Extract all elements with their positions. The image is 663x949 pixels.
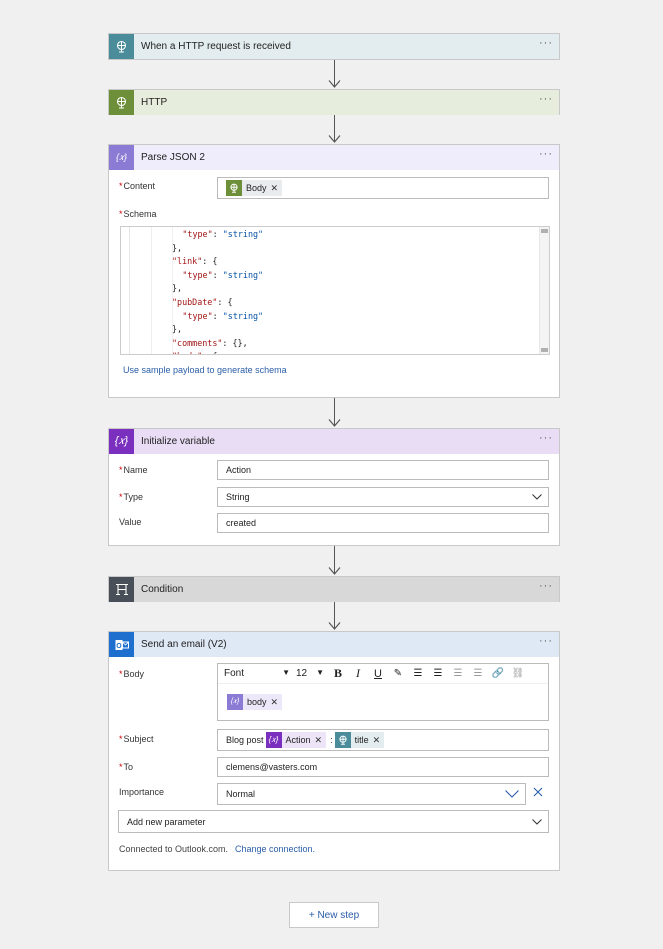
subject-label: *Subject (119, 734, 154, 744)
importance-label: Importance (119, 787, 165, 797)
use-sample-payload-link[interactable]: Use sample payload to generate schema (123, 365, 287, 375)
body-token[interactable]: Body ✕ (226, 180, 283, 196)
italic-button[interactable]: I (348, 666, 368, 681)
braces-icon: {𝑥} (109, 145, 134, 170)
title-token[interactable]: title ✕ (334, 732, 385, 748)
chevron-down-icon (532, 494, 542, 500)
schema-code-line: }, (172, 324, 183, 335)
more-options-button[interactable]: ··· (539, 636, 553, 647)
body-editor[interactable]: Font ▼ 12 ▼ B I U ✎ ☰ ☰ ☰ ☰ 🔗 ⛓ {𝑥} body ✕ (217, 663, 549, 721)
braces-icon: {𝑥} (227, 694, 243, 710)
content-input[interactable]: Body ✕ (217, 177, 549, 199)
numbered-list-icon[interactable]: ☰ (428, 668, 448, 679)
globe-icon (334, 732, 351, 748)
remove-token-icon[interactable]: ✕ (373, 735, 385, 746)
subject-input[interactable]: Blog post {𝑥} Action ✕ : title ✕ (217, 729, 549, 751)
token-label: Body (246, 183, 267, 193)
more-options-button[interactable]: ··· (539, 581, 553, 592)
close-icon[interactable] (533, 787, 543, 797)
schema-code-line: "comments": {}, (172, 337, 248, 348)
font-size-select[interactable]: 12 ▼ (296, 668, 328, 679)
schema-code-line: "pubDate": { (172, 297, 233, 307)
globe-icon (109, 90, 134, 115)
remove-token-icon[interactable]: ✕ (315, 735, 327, 746)
font-select[interactable]: Font ▼ (218, 668, 296, 679)
highlight-icon[interactable]: ✎ (388, 668, 408, 679)
more-options-button[interactable]: ··· (539, 433, 553, 444)
bold-button[interactable]: B (328, 666, 348, 681)
change-connection-link[interactable]: Change connection. (235, 844, 315, 854)
new-step-button[interactable]: + New step (289, 902, 379, 928)
globe-icon (226, 180, 242, 196)
schema-code-line: "type": "string" (182, 269, 264, 280)
step-title: Parse JSON 2 (141, 152, 205, 163)
schema-editor[interactable]: "type": "string"}, "link": { "type": "stri… (120, 226, 550, 355)
chevron-down-icon (505, 790, 519, 798)
schema-code-line: }, (172, 242, 183, 253)
schema-code-line: }, (172, 283, 183, 294)
step-parse-json: {𝑥} Parse JSON 2 ··· *Content Body ✕ *Sc… (108, 144, 560, 398)
step-initialize-variable: {𝑥} Initialize variable ··· *Name Action… (108, 428, 560, 546)
importance-select[interactable]: Normal (217, 783, 526, 805)
action-token[interactable]: {𝑥} Action ✕ (265, 732, 327, 748)
link-icon[interactable]: 🔗 (488, 668, 508, 679)
schema-scrollbar[interactable] (539, 227, 549, 354)
schema-code-line: "type": "string" (182, 229, 264, 239)
step-condition[interactable]: Condition ··· (108, 576, 560, 602)
remove-token-icon[interactable]: ✕ (271, 183, 283, 194)
body-label: *Body (119, 669, 145, 679)
remove-token-icon[interactable]: ✕ (271, 697, 283, 708)
step-title: Send an email (V2) (141, 639, 227, 650)
more-options-button[interactable]: ··· (539, 38, 553, 49)
step-title: Condition (141, 584, 184, 595)
variable-icon: {𝑥} (109, 429, 134, 454)
step-http-trigger[interactable]: When a HTTP request is received ··· (108, 33, 560, 60)
more-options-button[interactable]: ··· (539, 94, 553, 105)
value-input[interactable]: created (217, 513, 549, 533)
connector-arrow-icon (328, 622, 341, 630)
chevron-down-icon (532, 818, 542, 825)
connector-arrow-icon (328, 419, 341, 427)
schema-code-line: "body": { (172, 351, 217, 354)
more-options-button[interactable]: ··· (539, 149, 553, 160)
name-input[interactable]: Action (217, 460, 549, 480)
step-title: When a HTTP request is received (141, 41, 291, 52)
step-title: Initialize variable (141, 436, 215, 447)
variable-icon: {𝑥} (265, 732, 282, 748)
to-input[interactable]: clemens@vasters.com (217, 757, 549, 777)
step-http[interactable]: HTTP ··· (108, 89, 560, 115)
body-token[interactable]: {𝑥} body ✕ (227, 694, 283, 710)
content-label: *Content (119, 181, 156, 191)
step-title: HTTP (141, 97, 168, 108)
value-label: Value (119, 517, 142, 527)
decrease-indent-icon[interactable]: ☰ (448, 668, 468, 679)
bulleted-list-icon[interactable]: ☰ (408, 668, 428, 679)
connector-arrow-icon (328, 567, 341, 575)
increase-indent-icon[interactable]: ☰ (468, 668, 488, 679)
globe-icon (109, 34, 134, 59)
token-label: Action (285, 735, 311, 745)
type-label: *Type (119, 492, 144, 502)
connector-arrow-icon (328, 80, 341, 88)
type-select[interactable]: String (217, 487, 549, 507)
token-label: title (354, 735, 369, 745)
name-label: *Name (119, 465, 148, 475)
svg-text:O: O (116, 643, 122, 650)
schema-label: *Schema (119, 209, 157, 219)
token-label: body (247, 697, 267, 707)
schema-code-line: "link": { (172, 256, 218, 267)
outlook-icon: O (109, 632, 134, 657)
connected-text: Connected to Outlook.com. (119, 844, 229, 854)
add-new-parameter-select[interactable]: Add new parameter (118, 810, 549, 833)
schema-code-line: "type": "string" (182, 310, 264, 321)
step-send-email: O Send an email (V2) ··· *Body Font ▼ 12 ▼… (108, 631, 560, 871)
condition-icon (109, 577, 134, 602)
underline-button[interactable]: U (368, 668, 388, 680)
to-label: *To (119, 762, 134, 772)
connector-arrow-icon (328, 135, 341, 143)
unlink-icon[interactable]: ⛓ (508, 668, 528, 679)
